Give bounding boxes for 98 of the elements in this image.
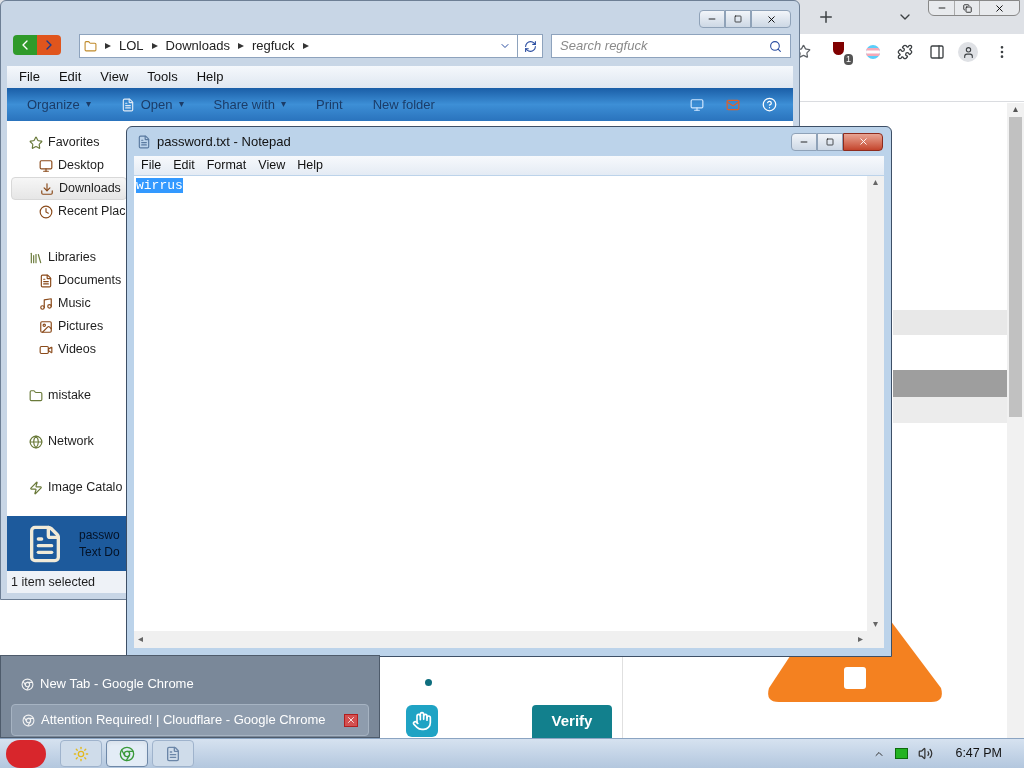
maximize-icon xyxy=(734,15,742,23)
scroll-down-icon[interactable] xyxy=(873,622,878,627)
notepad-icon xyxy=(165,745,181,762)
maximize-button[interactable] xyxy=(725,10,751,28)
notepad-icon xyxy=(137,134,151,149)
address-bar[interactable]: LOL Downloads regfuck xyxy=(79,34,543,58)
help-icon[interactable] xyxy=(762,97,777,112)
extensions-icon[interactable] xyxy=(897,44,913,60)
close-button[interactable] xyxy=(344,713,358,727)
window-title: password.txt - Notepad xyxy=(157,132,291,151)
music-icon xyxy=(39,296,53,311)
menu-item[interactable]: View xyxy=(100,67,129,87)
browser-logo-icon xyxy=(21,677,34,691)
taskbar-button[interactable] xyxy=(152,740,194,767)
search-field[interactable]: Search regfuck xyxy=(551,34,791,58)
scroll-left-icon[interactable] xyxy=(138,637,143,642)
sidebar-item[interactable]: Desktop xyxy=(11,154,127,177)
sun-icon xyxy=(73,745,89,762)
menu-item[interactable]: Edit xyxy=(58,67,82,87)
breadcrumb-arrow-icon[interactable] xyxy=(105,43,111,49)
breadcrumb-arrow-icon[interactable] xyxy=(151,43,158,49)
document-icon xyxy=(120,97,135,112)
star-icon xyxy=(29,135,43,150)
new-tab-icon[interactable] xyxy=(817,8,835,26)
sidebar-item[interactable]: Videos xyxy=(11,338,127,361)
sidebar-item[interactable]: Music xyxy=(11,292,127,315)
dropdown-arrow-icon xyxy=(178,102,184,107)
speaker-icon[interactable] xyxy=(918,746,934,761)
browser-logo-icon xyxy=(119,745,135,762)
view-icon[interactable] xyxy=(690,97,704,112)
menu-item[interactable]: Edit xyxy=(173,156,195,175)
window-preview-item[interactable]: New Tab - Google Chrome xyxy=(11,668,369,700)
verify-button[interactable]: Verify xyxy=(532,705,612,738)
folder-icon xyxy=(29,388,43,403)
dropdown-arrow-icon xyxy=(281,102,286,107)
menu-item[interactable]: File xyxy=(19,67,40,87)
close-icon xyxy=(346,715,356,725)
start-button[interactable] xyxy=(6,739,46,768)
globe-icon xyxy=(29,434,43,449)
sidebar-item[interactable]: Image Catalo xyxy=(11,476,127,499)
file-name: passwo xyxy=(79,526,120,544)
sidebar-item[interactable]: Libraries xyxy=(11,246,127,269)
menu-item[interactable]: Tools xyxy=(147,67,178,87)
browser-logo-icon xyxy=(22,713,35,727)
hand-icon xyxy=(406,705,438,737)
menu-item[interactable]: View xyxy=(258,156,286,175)
image-icon xyxy=(39,319,53,334)
extension-badge: 1 xyxy=(844,54,853,65)
menu-item[interactable]: Help xyxy=(297,156,323,175)
side-panel-icon[interactable] xyxy=(929,44,945,60)
refresh-icon xyxy=(523,39,537,53)
document-text: wirrus xyxy=(136,178,183,193)
menu-item[interactable]: File xyxy=(141,156,162,175)
breadcrumb-arrow-icon[interactable] xyxy=(237,43,244,49)
taskbar-button[interactable] xyxy=(106,740,148,767)
menu-item[interactable]: Help xyxy=(196,67,224,87)
clock-icon xyxy=(39,204,53,219)
file-type: Text Do xyxy=(79,543,120,561)
sidebar-item[interactable]: Pictures xyxy=(11,315,127,338)
sidebar-item[interactable]: Network xyxy=(11,430,127,453)
lightning-icon xyxy=(29,480,43,495)
maximize-icon xyxy=(826,137,834,146)
sidebar-item[interactable]: mistake xyxy=(11,384,127,407)
monitor-icon xyxy=(39,158,53,173)
sidebar-item[interactable]: Favorites xyxy=(11,131,127,154)
folder-icon xyxy=(84,39,97,53)
close-icon xyxy=(765,13,777,25)
books-icon xyxy=(29,250,43,265)
status-text: 1 item selected xyxy=(11,573,96,591)
close-button[interactable] xyxy=(843,132,883,151)
close-icon xyxy=(994,2,1005,14)
breadcrumb-arrow-icon[interactable] xyxy=(302,43,309,49)
download-icon xyxy=(40,181,54,196)
clock[interactable]: 6:47 PM xyxy=(955,744,1002,763)
dropdown-arrow-icon xyxy=(85,102,91,107)
scroll-up-icon[interactable] xyxy=(1013,107,1018,112)
restore-icon xyxy=(962,3,972,13)
maximize-button[interactable] xyxy=(817,132,843,151)
scrollbar-thumb[interactable] xyxy=(1009,117,1022,417)
network-icon[interactable] xyxy=(895,748,909,759)
profile-icon[interactable] xyxy=(958,42,978,62)
person-icon xyxy=(961,45,975,59)
close-icon xyxy=(857,136,869,147)
sidebar-item[interactable]: Downloads xyxy=(11,177,127,200)
scroll-up-icon[interactable] xyxy=(873,180,878,185)
search-icon xyxy=(769,39,782,53)
close-button[interactable] xyxy=(751,10,791,28)
minimize-button[interactable] xyxy=(699,10,725,28)
scroll-right-icon[interactable] xyxy=(858,637,863,642)
breadcrumb-item[interactable]: LOL xyxy=(119,36,144,56)
breadcrumb-item[interactable]: regfuck xyxy=(251,36,295,56)
sidebar-item[interactable]: Recent Plac xyxy=(11,200,127,223)
menu-item[interactable]: Format xyxy=(206,156,247,175)
minimize-button[interactable] xyxy=(791,132,817,151)
sidebar-item[interactable]: Documents xyxy=(11,269,127,292)
shield-extension-icon[interactable] xyxy=(833,42,844,55)
document-icon xyxy=(39,273,53,288)
breadcrumb-item[interactable]: Downloads xyxy=(165,36,230,56)
